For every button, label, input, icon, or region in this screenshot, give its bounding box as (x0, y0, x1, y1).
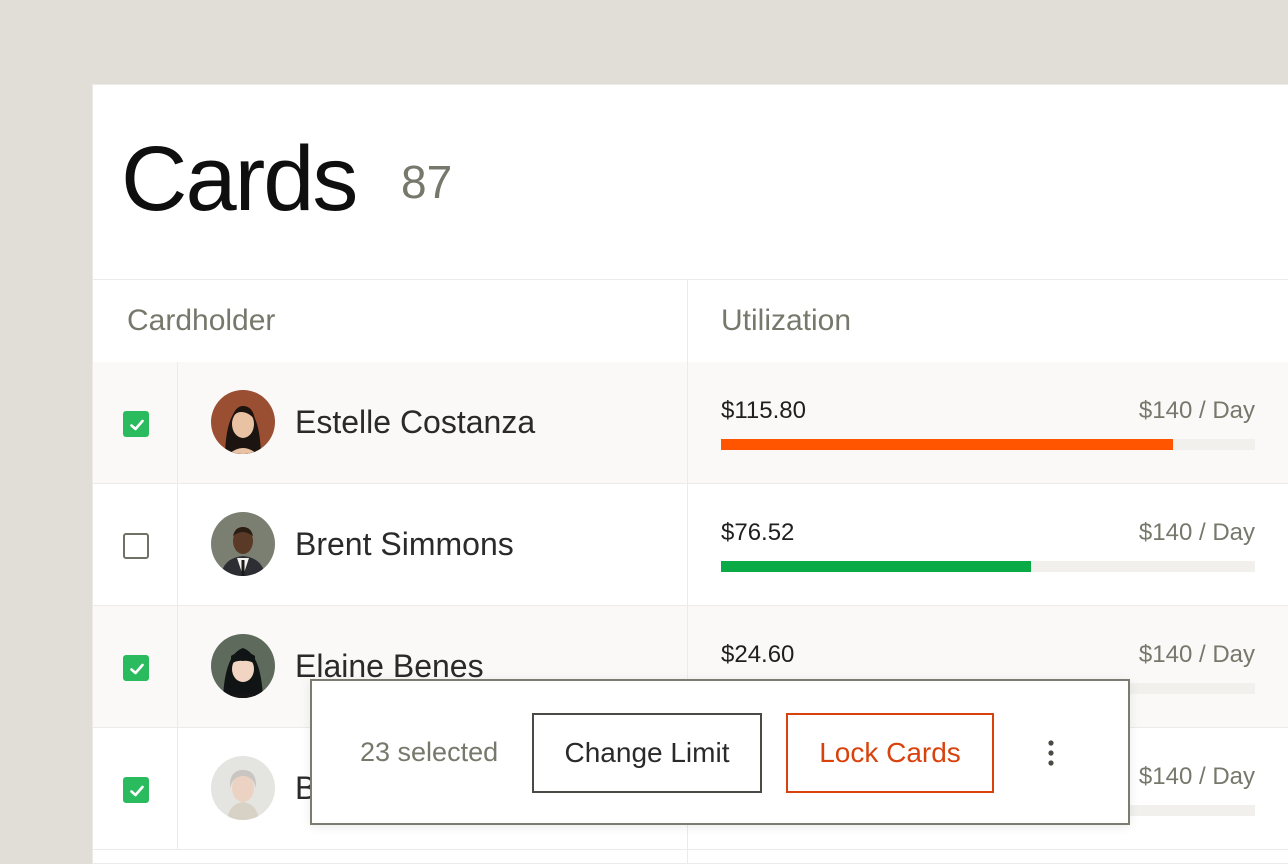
spend-limit: $140 / Day (1138, 641, 1255, 668)
row-select-cell (93, 606, 178, 727)
row-checkbox[interactable] (123, 533, 149, 559)
utilization-bar (721, 561, 1255, 572)
cardholder-name[interactable]: Brent Simmons (295, 528, 514, 560)
spent-amount: $76.52 (721, 519, 795, 546)
row-checkbox[interactable] (123, 655, 149, 681)
row-select-cell (93, 484, 178, 605)
cards-count: 87 (401, 156, 453, 208)
row-checkbox[interactable] (123, 777, 149, 803)
table-row[interactable]: Estelle Costanza $115.80 $140 / Day (93, 362, 1288, 484)
row-select-cell (93, 362, 178, 483)
spent-amount: $115.80 (721, 397, 806, 424)
column-header-utilization[interactable]: Utilization (721, 306, 851, 336)
avatar (211, 512, 275, 576)
row-select-cell (93, 728, 178, 849)
spend-limit: $140 / Day (1138, 763, 1255, 790)
avatar (211, 390, 275, 454)
spend-limit: $140 / Day (1138, 519, 1255, 546)
spent-amount: $24.60 (721, 641, 795, 668)
cardholder-name[interactable]: Elaine Benes (295, 650, 484, 682)
more-options-icon[interactable] (1034, 725, 1068, 781)
table-header: Cardholder Utilization (93, 280, 1288, 363)
spend-limit: $140 / Day (1138, 397, 1255, 424)
change-limit-button[interactable]: Change Limit (532, 713, 762, 793)
avatar (211, 634, 275, 698)
utilization-bar (721, 439, 1255, 450)
utilization-fill (721, 561, 1031, 572)
row-checkbox[interactable] (123, 411, 149, 437)
selected-count: 23 selected (360, 737, 499, 767)
column-header-cardholder[interactable]: Cardholder (127, 306, 275, 336)
checkmark-icon (130, 663, 144, 675)
table-row[interactable]: Brent Simmons $76.52 $140 / Day (93, 484, 1288, 606)
utilization-fill (721, 439, 1174, 450)
page-header: Cards 87 (93, 85, 1288, 280)
checkmark-icon (130, 785, 144, 797)
cardholder-name[interactable]: Estelle Costanza (295, 406, 535, 438)
bulk-action-bar: 23 selected Change Limit Lock Cards (310, 679, 1130, 825)
checkmark-icon (130, 419, 144, 431)
page-title: Cards (121, 128, 358, 230)
lock-cards-button[interactable]: Lock Cards (786, 713, 994, 793)
avatar (211, 756, 275, 820)
